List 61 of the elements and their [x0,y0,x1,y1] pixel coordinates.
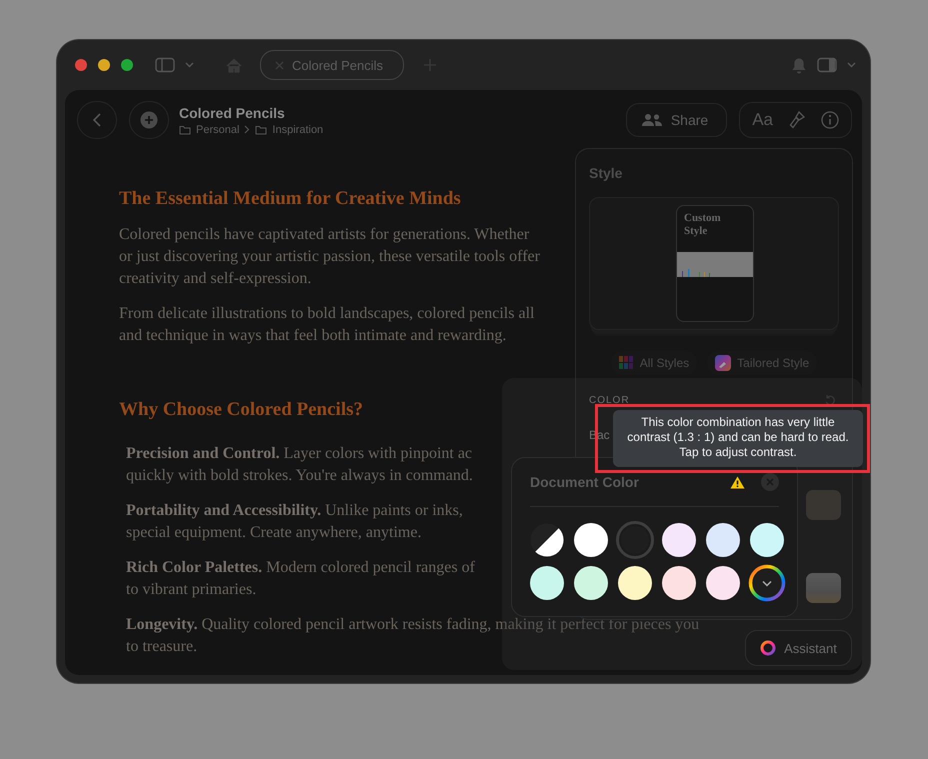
body-text-line: to vibrant primaries. [126,580,256,600]
assistant-button[interactable]: Assistant [745,630,852,666]
breadcrumb-link[interactable]: Personal [196,124,240,136]
color-swatch[interactable] [706,566,740,600]
color-swatch[interactable] [706,523,740,557]
body-text-line: Portability and Accessibility. Unlike paints or inks, [126,501,463,521]
browser-tab[interactable]: Colored Pencils [260,50,404,80]
body-text-line: Precision and Control. Layer colors with pinpoint ac [126,444,472,464]
warning-icon[interactable] [730,476,745,488]
color-swatch[interactable] [662,523,696,557]
popover-title: Document Color [530,474,640,490]
photo-placeholder[interactable] [806,573,841,603]
auto-color-swatch[interactable] [530,523,564,557]
brush-app-icon [715,355,732,371]
color-swatch[interactable] [618,566,652,600]
minimize-window-button[interactable] [98,59,110,71]
contrast-tooltip[interactable]: This color combination has very little contrast (1.3 : 1) and can be hard to read. Tap to adjust contrast. [613,410,863,467]
color-swatch[interactable] [574,523,608,557]
share-button[interactable]: Share [626,103,728,137]
color-swatch[interactable] [574,566,608,600]
color-swatch[interactable] [530,566,564,600]
color-swatch-button[interactable] [806,490,841,520]
body-text-line: quickly with bold strokes. You're always in command. [126,466,473,486]
color-grid-icon [618,356,634,370]
body-text-line: Colored pencils have captivated artists for generations. Whether [119,225,530,245]
style-thumbnail[interactable]: Custom Style [676,205,754,322]
section-heading: The Essential Medium for Creative Minds [119,188,461,210]
people-icon [640,113,663,127]
ring-icon [760,640,776,656]
breadcrumb-link[interactable]: Inspiration [272,124,324,136]
folder-icon [179,124,191,134]
folder-icon [255,124,268,134]
color-swatch[interactable] [616,521,654,559]
close-window-button[interactable] [75,59,87,71]
sidebar-right-icon[interactable] [817,57,837,73]
chevron-down-icon[interactable] [847,62,856,68]
thumbnail-title: Custom Style [684,212,722,238]
color-swatch[interactable] [750,523,784,557]
chevron-right-icon [244,125,250,134]
color-swatch[interactable] [662,566,696,600]
body-text-line: creativity and self-expression. [119,269,312,289]
sidebar-toggle-icon[interactable] [155,57,175,73]
body-text-line: Rich Color Palettes. Modern colored pencil ranges of [126,558,475,578]
section-heading: Why Choose Colored Pencils? [119,399,364,421]
body-text-line: and technique in ways that feel both intimate and rewarding. [119,326,506,346]
document-title: Colored Pencils [179,104,286,120]
add-button[interactable] [129,101,169,139]
plus-icon [140,111,158,129]
chevron-down-icon[interactable] [185,62,194,68]
info-icon[interactable] [821,111,839,129]
body-text-line: special equipment. Create anywhere, anytime. [126,523,422,543]
body-text-line: or just discovering your artistic passion, these versatile tools offer [119,247,540,267]
chevron-left-icon [93,113,101,127]
body-text-line: to treasure. [126,637,198,657]
format-button[interactable]: Aa [752,110,773,130]
zoom-window-button[interactable] [121,59,133,71]
reset-icon[interactable] [824,394,836,406]
body-text-line: From delicate illustrations to bold landscapes, colored pencils all [119,304,534,324]
paintbrush-icon[interactable] [789,111,805,129]
custom-color-button[interactable] [748,564,786,602]
section-label: COLOR [589,394,630,406]
